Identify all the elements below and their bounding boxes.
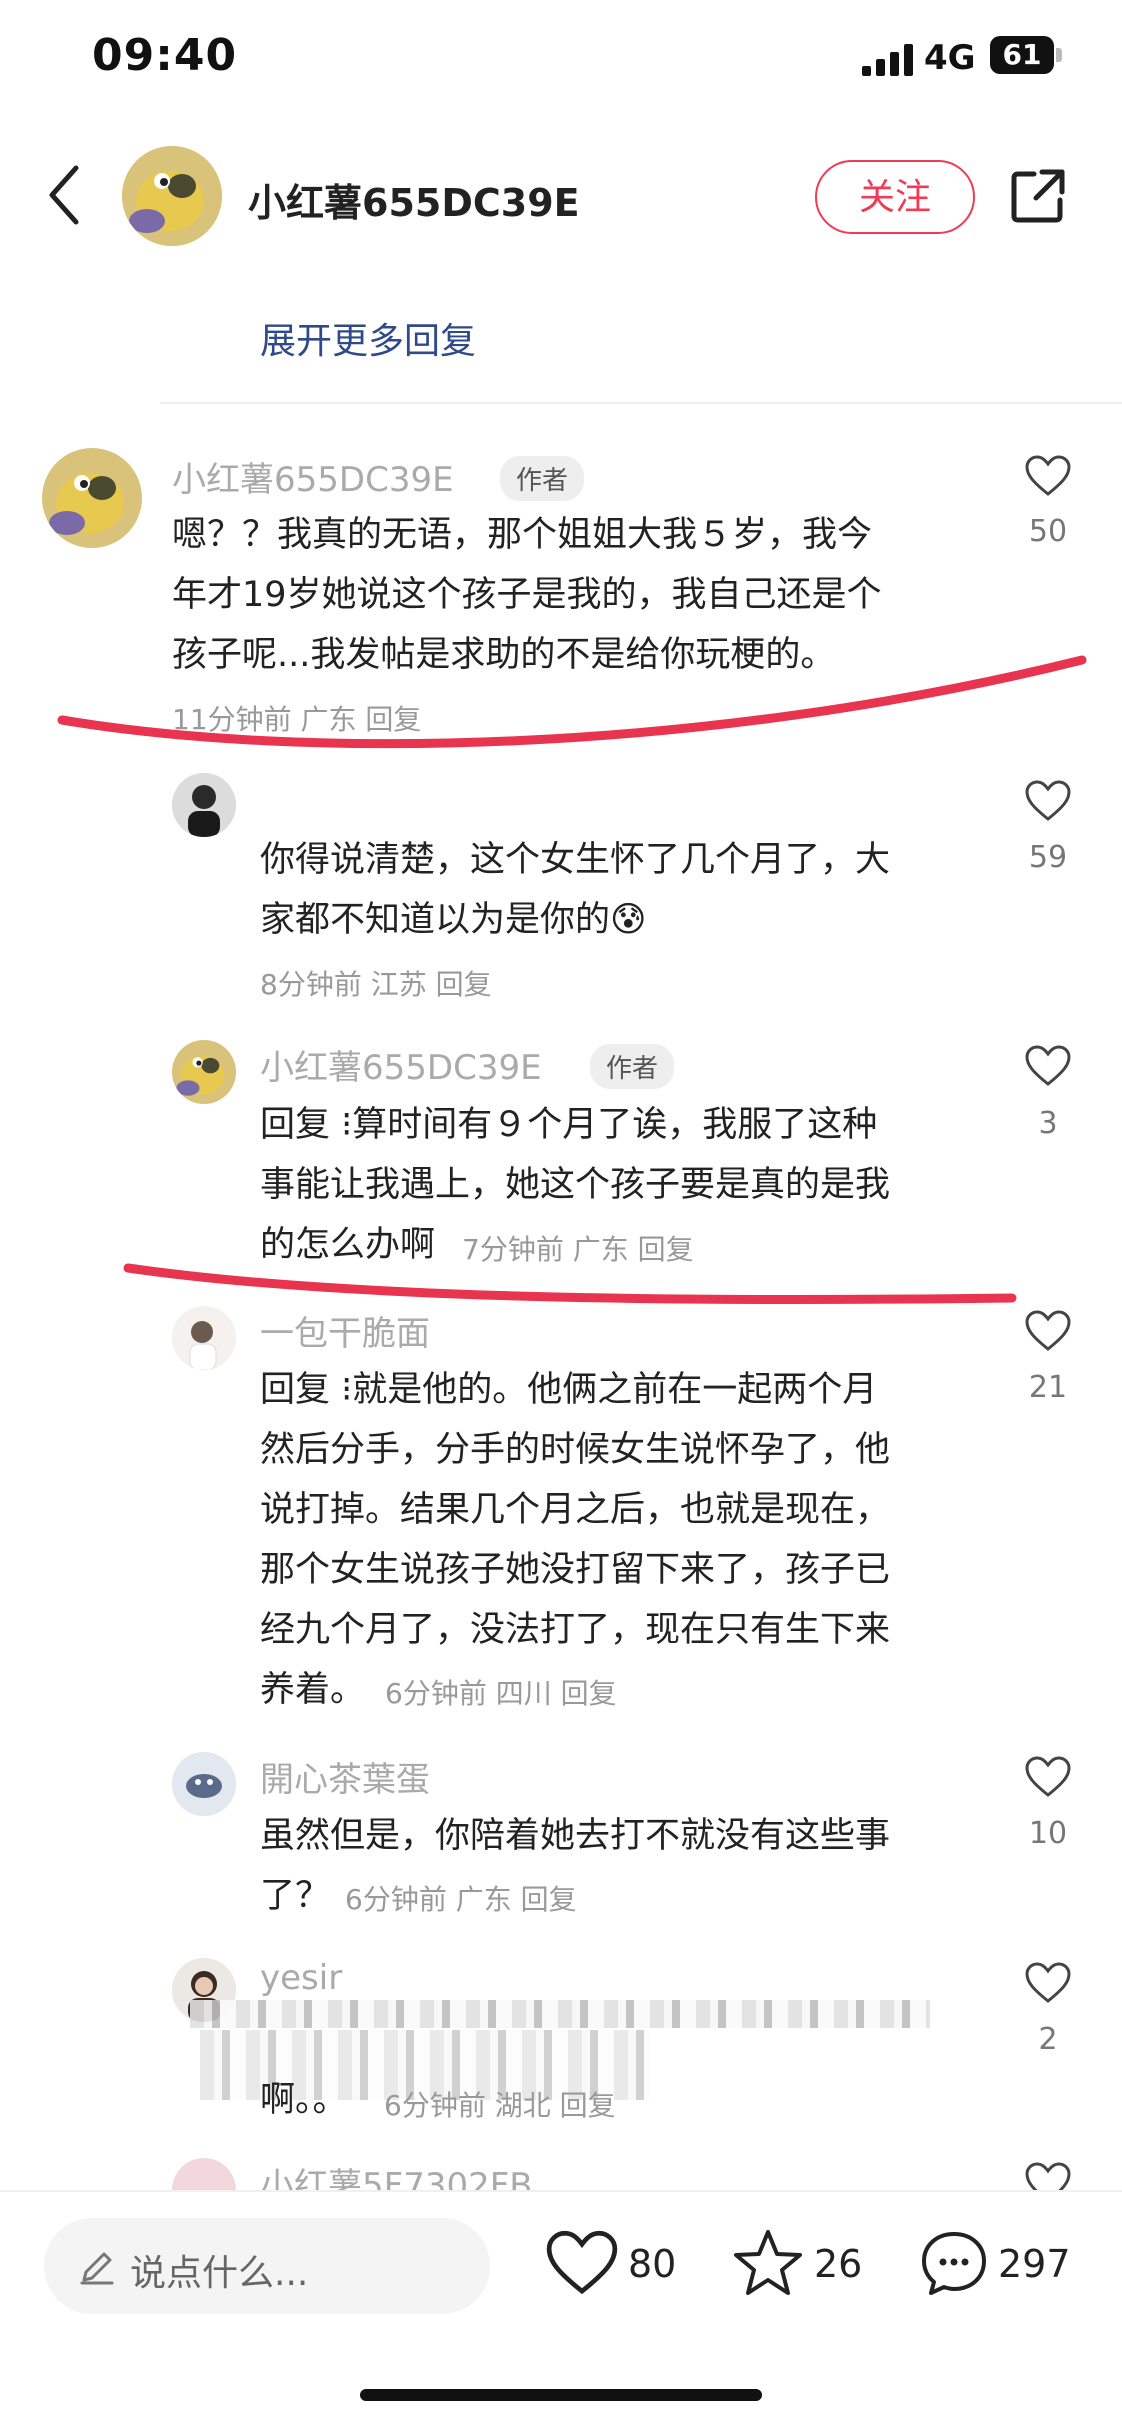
post-like-count[interactable]: 80 <box>628 2242 676 2286</box>
post-comment-count[interactable]: 297 <box>998 2242 1071 2286</box>
annotation-underline-2 <box>123 1263 1017 1305</box>
star-icon[interactable] <box>732 2228 804 2298</box>
heart-icon[interactable] <box>546 2230 618 2296</box>
pencil-icon <box>80 2252 114 2285</box>
annotation-overlay <box>57 655 1087 1305</box>
home-indicator[interactable] <box>360 2389 762 2401</box>
post-favorite-count[interactable]: 26 <box>814 2242 862 2286</box>
bottom-divider <box>0 2190 1122 2192</box>
annotation-underline-1 <box>57 655 1087 749</box>
comment-input-placeholder[interactable]: 说点什么... <box>130 2244 308 2296</box>
chat-icon[interactable] <box>918 2228 990 2298</box>
